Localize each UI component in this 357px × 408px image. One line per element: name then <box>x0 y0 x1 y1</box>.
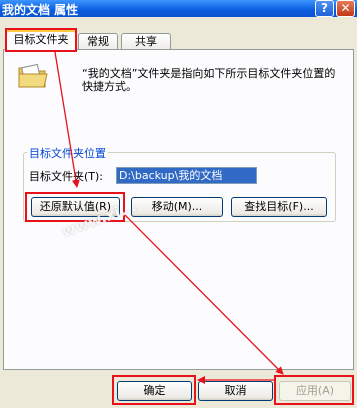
apply-button[interactable]: 应用(A) <box>279 381 351 401</box>
cancel-button[interactable]: 取消 <box>198 381 273 401</box>
description-text: “我的文档”文件夹是指向如下所示目标文件夹位置的快捷方式。 <box>82 67 336 93</box>
target-location-group-title: 目标文件夹位置 <box>27 145 108 161</box>
documents-folder-icon <box>18 63 48 88</box>
move-button[interactable]: 移动(M)... <box>131 197 223 217</box>
ok-button[interactable]: 确定 <box>117 381 192 401</box>
target-path-input[interactable]: D:\backup\我的文档 <box>116 167 257 184</box>
target-field-label: 目标文件夹(T): <box>29 170 104 183</box>
close-button[interactable]: ✕ <box>336 0 355 17</box>
help-button[interactable]: ? <box>315 0 334 17</box>
tab-sharing[interactable]: 共享 <box>121 33 171 50</box>
tab-general[interactable]: 常规 <box>78 33 118 50</box>
window-title: 我的文档 属性 <box>2 3 79 17</box>
find-target-button[interactable]: 查找目标(F)... <box>231 197 327 217</box>
title-bar: 我的文档 属性 ? ✕ <box>0 0 357 17</box>
tab-target-folder[interactable]: 目标文件夹 <box>6 30 76 51</box>
